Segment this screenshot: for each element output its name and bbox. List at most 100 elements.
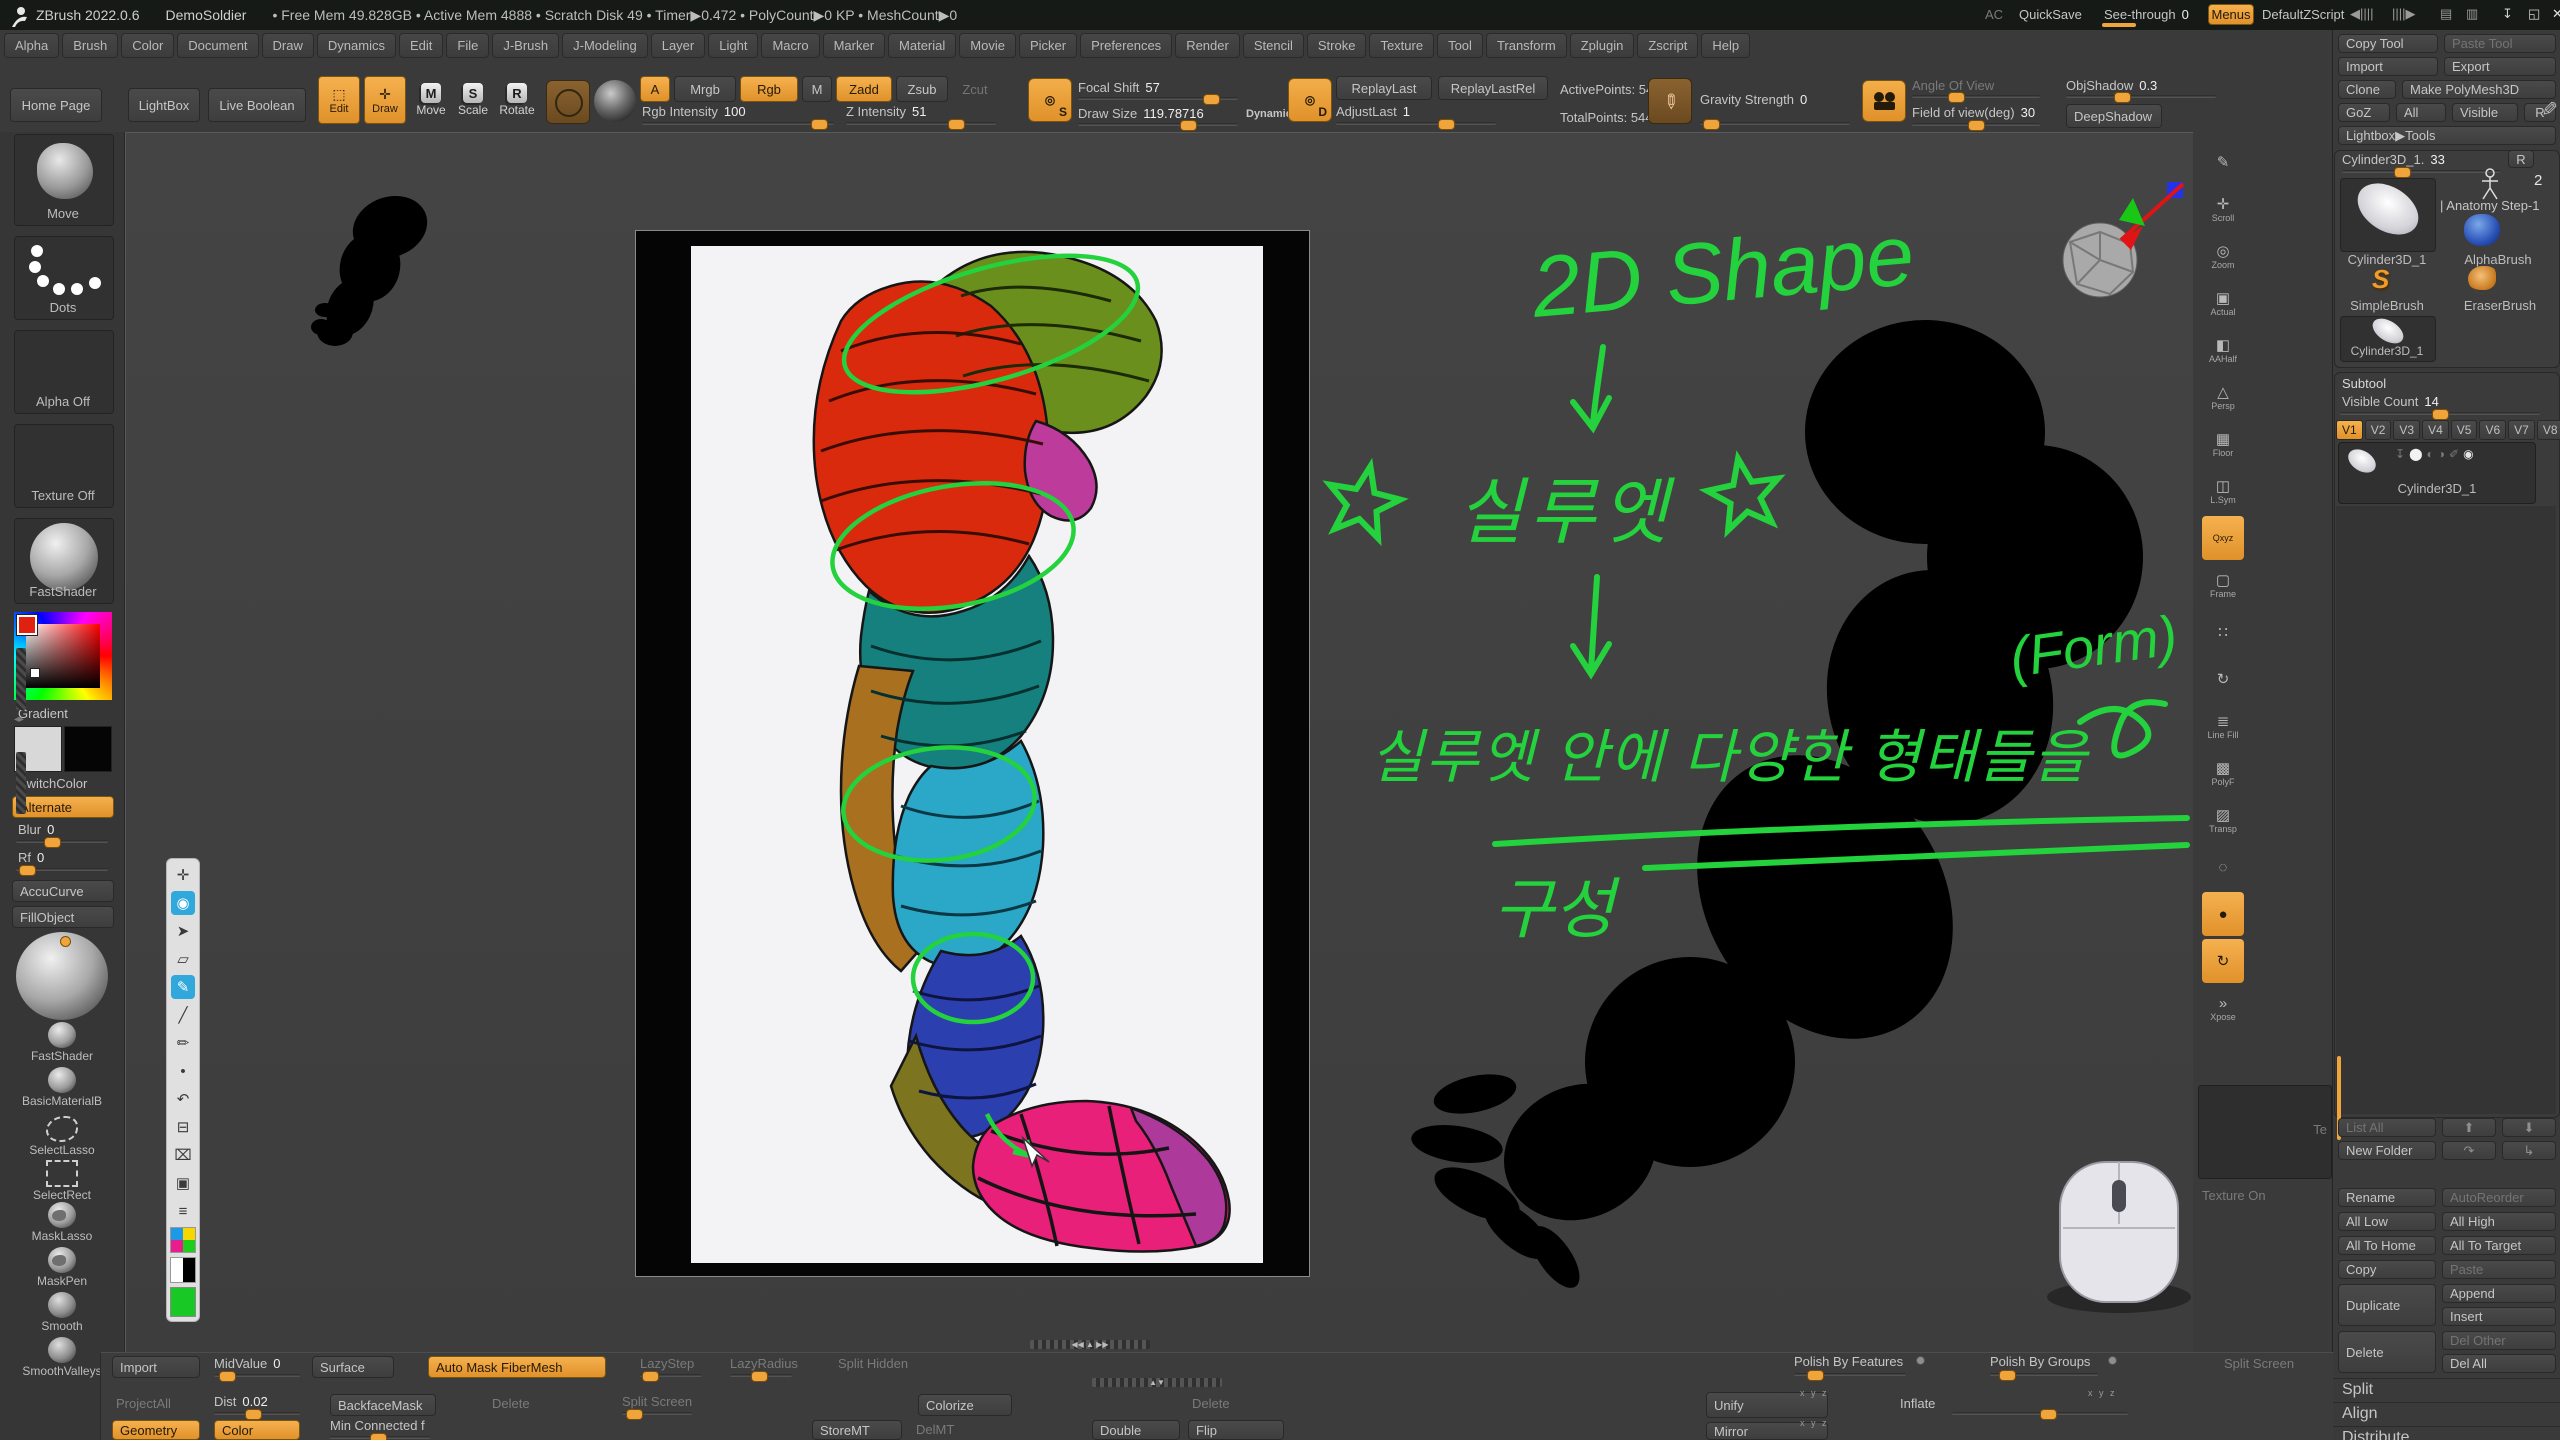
camera-icon[interactable] [1862,80,1906,122]
zbrush-document[interactable] [635,230,1310,1277]
tray-resize-handle[interactable]: ▲▼ [1092,1378,1222,1387]
distribute-section[interactable]: Distribute [2332,1426,2560,1440]
blur-track[interactable] [16,840,108,843]
move-mode-button[interactable]: MMove [412,76,450,124]
current-brush-icon[interactable] [546,80,590,124]
anatomy-figure-icon[interactable] [2478,168,2502,200]
storemt-button[interactable]: StoreMT [812,1420,902,1440]
canvas-elevator[interactable]: ◀◀ ▲ ▶▶ [1030,1340,1150,1349]
fov-slider[interactable]: Field of view(deg)30 [1912,105,2035,120]
shelf-aahalf[interactable]: ◧AAHalf [2202,328,2244,372]
focal-shift-track[interactable] [1078,97,1238,100]
shelf-scroll[interactable]: ✛Scroll [2202,187,2244,231]
fiber-import-button[interactable]: Import [112,1356,200,1378]
clone-button[interactable]: Clone [2338,80,2396,99]
menu-file[interactable]: File [446,33,489,58]
shelf-lsym[interactable]: ◫L.Sym [2202,469,2244,513]
unify-xyz[interactable]: x y z [1800,1388,1829,1398]
subtool-delete-button[interactable]: Delete [2338,1331,2436,1373]
material-masklasso[interactable]: MaskLasso [6,1202,118,1247]
polish-features-mode-toggle[interactable] [1916,1356,1925,1365]
alphabrush-thumb[interactable] [2464,214,2500,246]
current-tool-thumb[interactable] [2340,178,2436,252]
goz-all-button[interactable]: All [2396,103,2446,122]
lazyradius-track[interactable] [730,1374,792,1377]
current-material-icon[interactable] [594,80,636,122]
see-through-knob[interactable] [2102,23,2136,27]
shelf-ghost[interactable]: ◌ [2202,845,2244,889]
shelf-linefill[interactable]: ≣Line Fill [2202,704,2244,748]
menu-help[interactable]: Help [1701,33,1750,58]
angle-of-view-track[interactable] [1912,95,2040,98]
shelf-qxyz[interactable]: Qxyz [2202,516,2244,560]
close-button[interactable]: ✕ [2552,6,2560,22]
material-selectrect[interactable]: SelectRect [6,1157,118,1202]
flip-button[interactable]: Flip [1188,1420,1284,1440]
tray-divider-hatch-2[interactable] [16,752,26,814]
all-to-home-button[interactable]: All To Home [2338,1236,2436,1255]
undo-icon[interactable]: ↶ [171,1087,195,1111]
tool-r-button[interactable]: R [2508,150,2534,168]
shelf-floor[interactable]: ▦Floor [2202,422,2244,466]
replay-last-button[interactable]: ReplayLast [1336,76,1432,100]
line-tool-icon[interactable]: ╱ [171,1003,195,1027]
vtab-v7[interactable]: V7 [2508,420,2535,440]
cursor-tool-icon[interactable]: ➤ [171,919,195,943]
delete-button-a[interactable]: Delete [492,1396,530,1411]
vtab-v6[interactable]: V6 [2479,420,2506,440]
goz-button[interactable]: GoZ [2338,103,2390,122]
secondary-color-swatch[interactable] [64,726,112,772]
screenshot-icon[interactable]: ▣ [171,1171,195,1195]
menu-render[interactable]: Render [1175,33,1240,58]
live-boolean-button[interactable]: Live Boolean [208,88,306,122]
shelf-polyf[interactable]: ▩PolyF [2202,751,2244,795]
menu-draw[interactable]: Draw [262,33,314,58]
color-picker-knob[interactable] [30,668,40,678]
zadd-button[interactable]: Zadd [836,76,892,102]
menu-edit[interactable]: Edit [399,33,443,58]
lightbox-tools-button[interactable]: Lightbox▶Tools [2338,126,2556,145]
split-section[interactable]: Split [2332,1378,2560,1400]
dist-slider[interactable]: Dist0.02 [214,1394,268,1409]
accucurve-button[interactable]: AccuCurve [12,880,114,902]
rgb-button[interactable]: Rgb [740,76,798,102]
menu-movie[interactable]: Movie [959,33,1016,58]
zsub-button[interactable]: Zsub [896,76,948,102]
make-polymesh3d-button[interactable]: Make PolyMesh3D [2402,80,2556,99]
min-connected-slider[interactable]: Min Connected f [330,1418,425,1433]
del-other-button[interactable]: Del Other [2442,1331,2556,1350]
tile-windows-icon[interactable]: ▥ [2466,6,2478,22]
tool-import-button[interactable]: Import [2338,57,2438,76]
mirror-xyz[interactable]: x y z [1800,1418,1829,1428]
tool-export-button[interactable]: Export [2444,57,2556,76]
projectall-button[interactable]: ProjectAll [116,1396,171,1411]
shelf-dots[interactable]: ∷ [2202,610,2244,654]
dist-track[interactable] [214,1412,300,1415]
minimize-button[interactable]: ↧ [2502,6,2513,22]
delete-button-b[interactable]: Delete [1192,1396,1230,1411]
clipboard-icon[interactable]: ≡ [171,1199,195,1223]
z-intensity-slider[interactable]: Z Intensity51 [846,104,926,119]
shelf-xpose[interactable]: »Xpose [2202,986,2244,1030]
shelf-rotate[interactable]: ↻ [2202,657,2244,701]
backfacemask-button[interactable]: BackfaceMask [330,1394,436,1416]
rf-slider[interactable]: Rf0 [18,850,44,865]
menu-light[interactable]: Light [708,33,758,58]
auto-mask-fibermesh-button[interactable]: Auto Mask FiberMesh [428,1356,606,1378]
rgb-intensity-slider[interactable]: Rgb Intensity100 [642,104,746,119]
see-through-slider[interactable]: See-through0 [2104,7,2189,22]
midvalue-track[interactable] [214,1374,300,1377]
del-all-button[interactable]: Del All [2442,1354,2556,1373]
blur-slider[interactable]: Blur0 [18,822,54,837]
shelf-solo[interactable]: ● [2202,892,2244,936]
subtool-copy-button[interactable]: Copy [2338,1260,2436,1279]
switch-color-button[interactable]: SwitchColor [18,776,87,791]
all-to-target-button[interactable]: All To Target [2442,1236,2556,1255]
rename-button[interactable]: Rename [2338,1188,2436,1207]
scale-mode-button[interactable]: SScale [454,76,492,124]
inflate-track[interactable] [1952,1412,2128,1415]
obj-shadow-track[interactable] [2066,95,2216,98]
stroke-s-icon[interactable]: ◎S [1028,78,1072,122]
visibility-eye-icon[interactable]: ◉ [171,891,195,915]
draw-size-track[interactable] [1078,123,1238,126]
